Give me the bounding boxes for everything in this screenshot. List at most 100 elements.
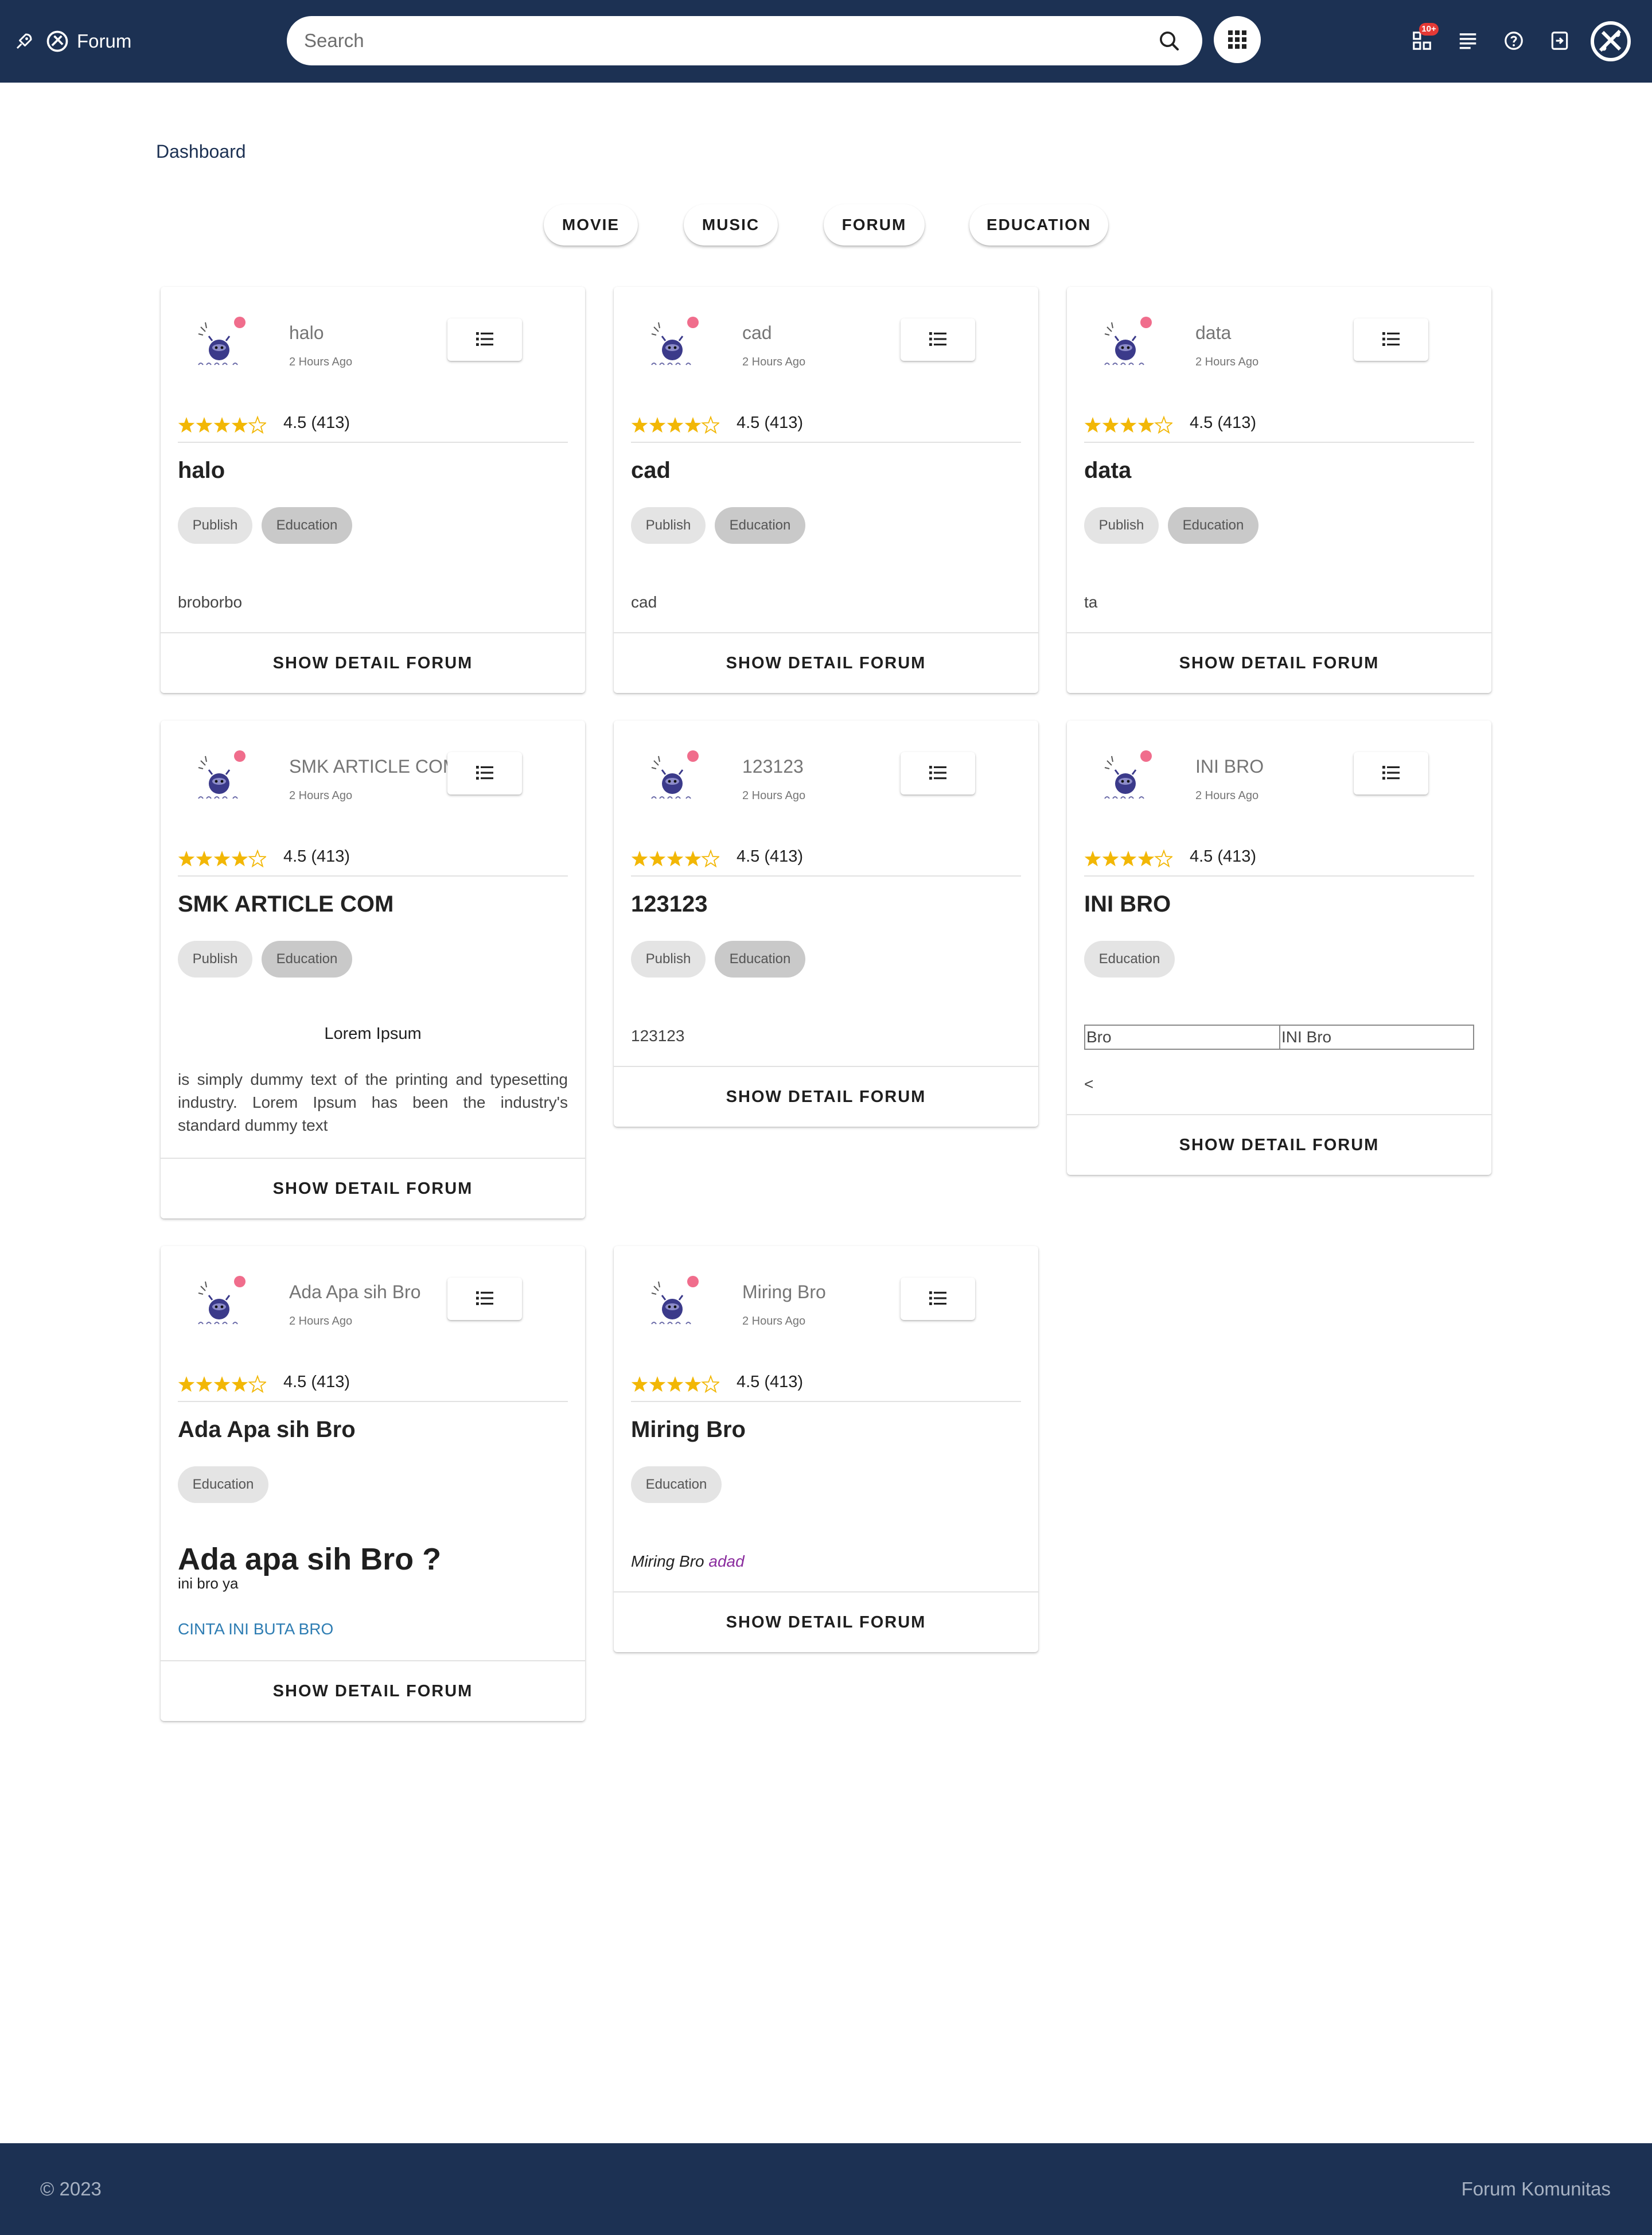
forum-card: INI BRO 2 Hours Ago 4.5 (413) INI BRO Ed… — [1067, 721, 1491, 1175]
card-title[interactable]: SMK ARTICLE COM — [178, 888, 393, 920]
top-navbar: Forum 10+ — [0, 0, 1652, 83]
card-title[interactable]: data — [1084, 454, 1131, 486]
star-icon — [231, 1376, 248, 1392]
card-footer: SHOW DETAIL FORUM — [161, 632, 585, 693]
star-icon — [213, 417, 231, 433]
star-rating — [178, 1375, 266, 1393]
card-author: SMK ARTICLE COM — [289, 756, 458, 777]
card-menu-button[interactable] — [447, 318, 522, 361]
card-title[interactable]: Miring Bro — [631, 1414, 746, 1446]
list-menu-icon — [929, 765, 946, 781]
card-title[interactable]: Ada Apa sih Bro — [178, 1414, 356, 1446]
star-icon — [178, 1376, 195, 1392]
rocket-icon[interactable] — [14, 31, 34, 52]
card-time: 2 Hours Ago — [1195, 356, 1259, 368]
footer-brand[interactable]: Forum Komunitas — [1462, 2178, 1611, 2201]
tag-education[interactable]: Education — [1084, 941, 1175, 978]
star-icon — [1154, 415, 1172, 434]
card-time: 2 Hours Ago — [289, 789, 353, 802]
card-body: cad — [631, 593, 657, 611]
card-body-text: Miring Bro — [631, 1552, 704, 1570]
apps-grid-icon — [1228, 30, 1246, 49]
star-icon — [178, 851, 195, 867]
tag-education[interactable]: Education — [715, 941, 805, 978]
divider — [631, 875, 1021, 877]
show-detail-forum-button[interactable]: SHOW DETAIL FORUM — [1067, 1115, 1491, 1175]
user-avatar[interactable] — [1590, 21, 1631, 62]
card-menu-button[interactable] — [1354, 318, 1428, 361]
card-time: 2 Hours Ago — [289, 356, 353, 368]
card-author: Ada Apa sih Bro — [289, 1282, 421, 1302]
search-bar[interactable] — [287, 16, 1202, 65]
category-chip-forum[interactable]: FORUM — [824, 204, 925, 246]
card-author: cad — [742, 322, 772, 343]
star-icon — [1102, 851, 1119, 867]
show-detail-forum-button[interactable]: SHOW DETAIL FORUM — [161, 1159, 585, 1218]
card-time: 2 Hours Ago — [742, 1315, 806, 1327]
tag-education[interactable]: Education — [1168, 507, 1259, 544]
card-title[interactable]: 123123 — [631, 888, 707, 920]
card-menu-button[interactable] — [901, 318, 975, 361]
card-menu-button[interactable] — [447, 1278, 522, 1320]
tag-education[interactable]: Education — [262, 941, 352, 978]
card-menu-button[interactable] — [447, 752, 522, 795]
online-status-dot — [687, 750, 699, 762]
category-chip-education[interactable]: EDUCATION — [969, 204, 1108, 246]
divider — [1084, 442, 1474, 443]
divider — [1084, 875, 1474, 877]
show-detail-forum-button[interactable]: SHOW DETAIL FORUM — [614, 633, 1038, 693]
help-icon[interactable] — [1503, 30, 1525, 52]
tag-publish[interactable]: Publish — [178, 941, 252, 978]
breadcrumb[interactable]: Dashboard — [156, 140, 246, 163]
star-icon — [631, 851, 648, 867]
card-menu-button[interactable] — [901, 752, 975, 795]
card-time: 2 Hours Ago — [289, 1315, 353, 1327]
divider — [631, 1401, 1021, 1402]
star-icon — [248, 1375, 266, 1393]
card-footer: SHOW DETAIL FORUM — [1067, 1114, 1491, 1175]
card-title[interactable]: INI BRO — [1084, 888, 1171, 920]
tag-education[interactable]: Education — [178, 1466, 268, 1503]
apps-menu-button[interactable] — [1214, 16, 1261, 63]
star-icon — [231, 851, 248, 867]
show-detail-forum-button[interactable]: SHOW DETAIL FORUM — [614, 1067, 1038, 1127]
logout-icon[interactable] — [1549, 30, 1571, 52]
tag-publish[interactable]: Publish — [631, 941, 706, 978]
card-body-link[interactable]: adad — [708, 1552, 744, 1570]
forum-card: SMK ARTICLE COM 2 Hours Ago 4.5 (413) SM… — [161, 721, 585, 1218]
star-icon — [196, 1376, 213, 1392]
card-body: Miring Bro adad — [631, 1550, 745, 1573]
show-detail-forum-button[interactable]: SHOW DETAIL FORUM — [161, 633, 585, 693]
tag-publish[interactable]: Publish — [1084, 507, 1159, 544]
show-detail-forum-button[interactable]: SHOW DETAIL FORUM — [614, 1592, 1038, 1652]
tag-education[interactable]: Education — [631, 1466, 722, 1503]
card-body-link[interactable]: CINTA INI BUTA BRO — [178, 1618, 333, 1641]
star-icon — [701, 415, 719, 434]
category-chip-movie[interactable]: MOVIE — [544, 204, 638, 246]
star-icon — [1084, 851, 1101, 867]
card-footer: SHOW DETAIL FORUM — [1067, 632, 1491, 693]
card-menu-button[interactable] — [901, 1278, 975, 1320]
star-rating — [1084, 849, 1172, 868]
tag-publish[interactable]: Publish — [178, 507, 252, 544]
card-time: 2 Hours Ago — [742, 789, 806, 802]
search-icon[interactable] — [1158, 29, 1180, 52]
show-detail-forum-button[interactable]: SHOW DETAIL FORUM — [161, 1661, 585, 1721]
forum-logo-icon[interactable] — [45, 29, 70, 54]
category-chip-music[interactable]: MUSIC — [684, 204, 778, 246]
star-icon — [178, 417, 195, 433]
tag-publish[interactable]: Publish — [631, 507, 706, 544]
card-body-heading: Ada apa sih Bro ? — [178, 1542, 442, 1576]
star-icon — [684, 417, 702, 433]
list-icon[interactable] — [1457, 30, 1479, 52]
rating-text: 4.5 (413) — [737, 414, 804, 432]
app-title[interactable]: Forum — [77, 29, 131, 54]
card-title[interactable]: halo — [178, 454, 225, 486]
card-menu-button[interactable] — [1354, 752, 1428, 795]
table-cell: Bro — [1086, 1028, 1112, 1046]
tag-education[interactable]: Education — [262, 507, 352, 544]
show-detail-forum-button[interactable]: SHOW DETAIL FORUM — [1067, 633, 1491, 693]
search-input[interactable] — [304, 16, 1136, 65]
card-title[interactable]: cad — [631, 454, 671, 486]
tag-education[interactable]: Education — [715, 507, 805, 544]
